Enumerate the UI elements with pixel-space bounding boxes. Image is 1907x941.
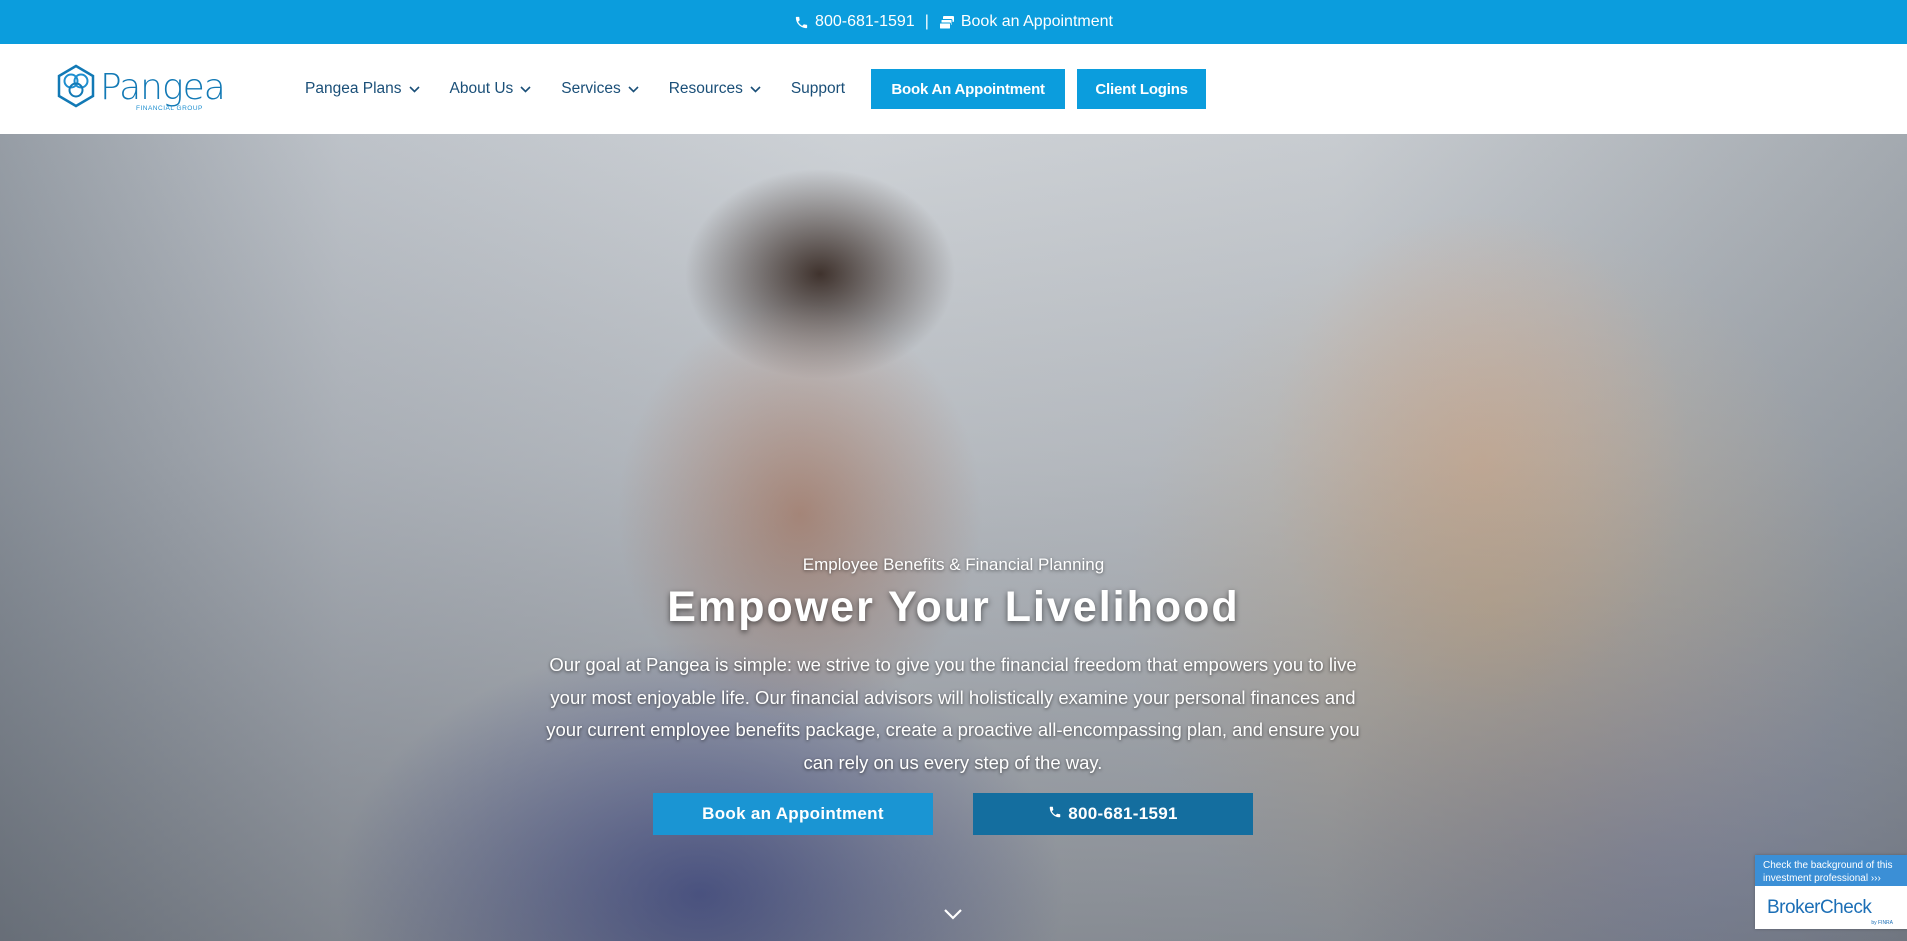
nav-item-pangea-plans[interactable]: Pangea Plans <box>305 80 420 98</box>
site-logo[interactable]: Pangea FINANCIAL GROUP <box>56 64 246 113</box>
hero-eyebrow: Employee Benefits & Financial Planning <box>802 555 1105 574</box>
brokercheck-arrows: ››› <box>1870 873 1881 884</box>
scroll-down-chevron-icon[interactable] <box>943 904 963 924</box>
hero-phone-label: 800-681-1591 <box>1068 804 1178 823</box>
nav-item-label: Pangea Plans <box>305 80 402 97</box>
nav-item-resources[interactable]: Resources <box>669 80 761 98</box>
client-logins-button[interactable]: Client Logins <box>1077 69 1207 109</box>
hero-description: Our goal at Pangea is simple: we strive … <box>546 654 1360 773</box>
nav-item-label: Services <box>561 80 621 97</box>
chevron-down-icon <box>520 80 531 98</box>
chevron-down-icon <box>750 80 761 98</box>
book-appointment-button[interactable]: Book An Appointment <box>871 69 1066 109</box>
logo-wordmark: Pangea FINANCIAL GROUP <box>100 67 226 113</box>
chevron-down-icon <box>408 80 420 98</box>
topbar-appointment-link[interactable]: Book an Appointment <box>938 13 1113 31</box>
brokercheck-banner: Check the background of this investment … <box>1755 855 1907 886</box>
nav-item-label: About Us <box>449 80 514 97</box>
topbar-separator: | <box>924 13 929 30</box>
site-header: Pangea FINANCIAL GROUP Pangea Plans Abou… <box>0 44 1907 134</box>
brokercheck-widget[interactable]: Check the background of this investment … <box>1755 855 1907 929</box>
money-icon <box>938 15 955 30</box>
hero-buttons: Book an Appointment 800-681-1591 <box>653 793 1253 835</box>
hero-content: Employee Benefits & Financial Planning E… <box>0 134 1907 941</box>
nav-item-label: Resources <box>668 80 743 97</box>
logo-brand-text: Pangea <box>100 67 226 108</box>
nav-item-services[interactable]: Services <box>561 80 639 98</box>
topbar-phone-text: 800-681-1591 <box>815 13 915 30</box>
hero-section: Employee Benefits & Financial Planning E… <box>0 134 1907 941</box>
hero-phone-button[interactable]: 800-681-1591 <box>973 793 1253 835</box>
hexagon-logo-icon <box>56 64 96 113</box>
hero-book-appointment-button[interactable]: Book an Appointment <box>653 793 933 835</box>
brokercheck-logo: BrokerCheck <box>1767 896 1872 918</box>
topbar-phone-link[interactable]: 800-681-1591 <box>794 13 915 31</box>
hero-book-appointment-label: Book an Appointment <box>702 804 884 823</box>
nav-item-about-us[interactable]: About Us <box>450 80 532 98</box>
nav-item-support[interactable]: Support <box>791 80 845 98</box>
topbar-appointment-text: Book an Appointment <box>960 13 1113 30</box>
logo-subtitle: FINANCIAL GROUP <box>136 105 203 112</box>
phone-icon <box>794 15 809 30</box>
brokercheck-logo-area: BrokerCheck by FINRA <box>1755 886 1907 929</box>
finra-label: by FINRA <box>1871 920 1893 926</box>
nav-item-label: Support <box>790 80 846 97</box>
top-bar: 800-681-1591 | Book an Appointment <box>0 0 1907 44</box>
phone-icon <box>1048 804 1062 824</box>
hero-title: Empower Your Livelihood <box>667 583 1240 631</box>
chevron-down-icon <box>628 80 639 98</box>
main-nav: Pangea Plans About Us Services Resources… <box>305 44 1207 134</box>
